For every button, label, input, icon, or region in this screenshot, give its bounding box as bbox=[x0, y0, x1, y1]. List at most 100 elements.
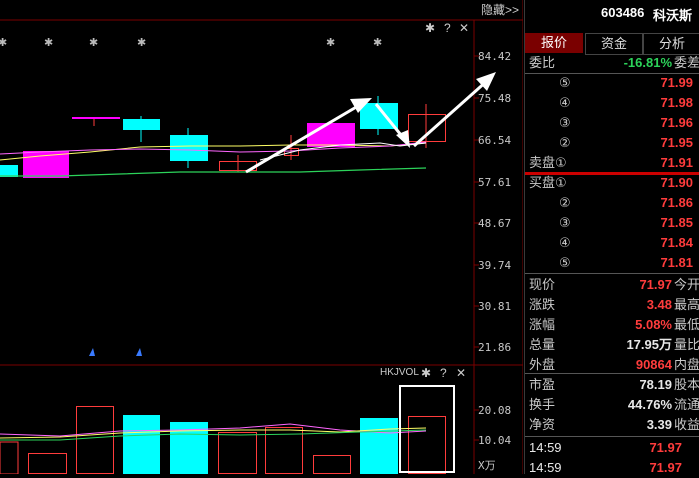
buy-level-row[interactable]: ② 71.86 bbox=[525, 193, 699, 213]
tick-time: 14:59 bbox=[529, 460, 562, 475]
buy-price: 71.81 bbox=[660, 255, 693, 270]
volume-indicator-label[interactable]: HKJVOL bbox=[380, 367, 419, 378]
close-icon[interactable]: ✕ bbox=[459, 21, 469, 35]
price-axis-label: 57.61 bbox=[478, 176, 512, 189]
price-axis-label: 21.86 bbox=[478, 341, 512, 354]
volume-bars bbox=[0, 406, 446, 474]
tab-analysis[interactable]: 分析 bbox=[643, 33, 699, 55]
stat-extra-label: 流通 bbox=[673, 397, 699, 412]
kline-chart-area[interactable]: ✱ ✱ ✱ ✱ ✱ ✱ 隐藏>> ✱ ? ✕ 84.42 75.48 66.54… bbox=[0, 0, 523, 474]
marker-star: ✱ bbox=[137, 36, 146, 49]
sell-level-row[interactable]: ③ 71.96 bbox=[525, 113, 699, 133]
stat-value: 90864 bbox=[635, 357, 672, 372]
marker-star: ✱ bbox=[373, 36, 382, 49]
stat-row: 换手 44.76% 流通 bbox=[525, 395, 699, 415]
tab-quote[interactable]: 报价 bbox=[525, 33, 583, 53]
tick-price: 71.97 bbox=[649, 460, 682, 475]
stock-name: 科沃斯 bbox=[653, 8, 693, 23]
stat-row: 市盈 78.19 股本 bbox=[525, 375, 699, 395]
stat-value: 78.19 bbox=[639, 377, 672, 392]
stat-extra-label: 收益 bbox=[673, 417, 699, 432]
help-icon[interactable]: ? bbox=[440, 366, 447, 380]
buy-level-number: ③ bbox=[559, 215, 571, 230]
buy-level-number: ⑤ bbox=[559, 255, 571, 270]
stat-value: 44.76% bbox=[627, 397, 672, 412]
stat-row: 现价 71.97 今开 bbox=[525, 275, 699, 295]
weidiff-label: 委差 bbox=[673, 55, 699, 70]
buy-level-row[interactable]: ④ 71.84 bbox=[525, 233, 699, 253]
candle bbox=[0, 165, 18, 177]
marker-star: ✱ bbox=[326, 36, 335, 49]
stat-row: 外盘 90864 内盘 bbox=[525, 355, 699, 375]
buy-level-number: ① bbox=[555, 175, 567, 190]
sell-level-row[interactable]: ④ 71.98 bbox=[525, 93, 699, 113]
candle bbox=[408, 114, 446, 142]
tick-row: 14:59 71.97 bbox=[525, 438, 699, 458]
hide-panel-button[interactable]: 隐藏>> bbox=[481, 1, 519, 18]
stat-extra-label: 量比 bbox=[673, 337, 699, 352]
price-axis-label: 48.67 bbox=[478, 217, 512, 230]
stat-extra-label: 最高 bbox=[673, 297, 699, 312]
buy-level-row[interactable]: ⑤ 71.81 bbox=[525, 253, 699, 273]
price-axis-label: 30.81 bbox=[478, 300, 512, 313]
buy-label: 买盘 bbox=[529, 175, 556, 190]
sell-price: 71.95 bbox=[660, 135, 693, 150]
marker-triangle bbox=[89, 348, 95, 356]
stat-label: 总量 bbox=[529, 337, 556, 352]
price-axis-label: 75.48 bbox=[478, 92, 512, 105]
volume-axis-label: 10.04 bbox=[478, 434, 512, 447]
stat-value: 71.97 bbox=[639, 277, 672, 292]
buy-level-number: ② bbox=[559, 195, 571, 210]
marker-triangle bbox=[136, 348, 142, 356]
tick-price: 71.97 bbox=[649, 440, 682, 455]
sell-level-number: ⑤ bbox=[559, 75, 571, 90]
sell-level-row[interactable]: ⑤ 71.99 bbox=[525, 73, 699, 93]
sell-price: 71.98 bbox=[660, 95, 693, 110]
stat-label: 换手 bbox=[529, 397, 556, 412]
stat-label: 外盘 bbox=[529, 357, 556, 372]
sell-level-number: ③ bbox=[559, 115, 571, 130]
tick-time: 14:59 bbox=[529, 440, 562, 455]
sell-label: 卖盘 bbox=[529, 155, 556, 170]
stat-value: 3.48 bbox=[646, 297, 672, 312]
stock-code: 603486 bbox=[601, 5, 645, 20]
stat-value: 17.95万 bbox=[626, 337, 672, 352]
sell-level-number: ② bbox=[559, 135, 571, 150]
sell-price: 71.91 bbox=[660, 155, 693, 170]
sell-level-row[interactable]: ② 71.95 bbox=[525, 133, 699, 153]
volume-axis-label: 20.08 bbox=[478, 404, 512, 417]
stat-value: 5.08% bbox=[635, 317, 672, 332]
buy-level-row[interactable]: 买盘 ① 71.90 bbox=[525, 173, 699, 193]
stat-extra-label: 内盘 bbox=[673, 357, 699, 372]
sell-level-number: ④ bbox=[559, 95, 571, 110]
sell-price: 71.99 bbox=[660, 75, 693, 90]
buy-level-row[interactable]: ③ 71.85 bbox=[525, 213, 699, 233]
stat-label: 现价 bbox=[529, 277, 556, 292]
volume-unit-label: X万 bbox=[478, 459, 496, 472]
tab-funds[interactable]: 资金 bbox=[585, 33, 643, 55]
stat-label: 净资 bbox=[529, 417, 556, 432]
stat-value: 3.39 bbox=[646, 417, 672, 432]
sell-price: 71.96 bbox=[660, 115, 693, 130]
kline-chart[interactable]: ✱ ✱ ✱ ✱ ✱ ✱ bbox=[0, 0, 523, 474]
candle bbox=[123, 119, 160, 130]
sell-level-row[interactable]: 卖盘 ① 71.91 bbox=[525, 153, 699, 173]
stat-extra-label: 今开 bbox=[673, 277, 699, 292]
close-icon[interactable]: ✕ bbox=[456, 366, 466, 380]
tick-row: 14:59 71.97 bbox=[525, 458, 699, 478]
help-icon[interactable]: ? bbox=[444, 21, 451, 35]
candle bbox=[170, 135, 208, 161]
stat-row: 涨跌 3.48 最高 bbox=[525, 295, 699, 315]
buy-price: 71.85 bbox=[660, 215, 693, 230]
stat-row: 净资 3.39 收益 bbox=[525, 415, 699, 435]
candle bbox=[307, 123, 355, 147]
price-axis-label: 39.74 bbox=[478, 259, 512, 272]
gear-icon[interactable]: ✱ bbox=[425, 21, 435, 35]
stat-row: 涨幅 5.08% 最低 bbox=[525, 315, 699, 335]
gear-icon[interactable]: ✱ bbox=[421, 366, 431, 380]
weibi-value: -16.81% bbox=[623, 55, 672, 70]
sell-level-number: ① bbox=[555, 155, 567, 170]
marker-star: ✱ bbox=[44, 36, 53, 49]
stat-label: 涨幅 bbox=[529, 317, 556, 332]
stat-label: 涨跌 bbox=[529, 297, 556, 312]
